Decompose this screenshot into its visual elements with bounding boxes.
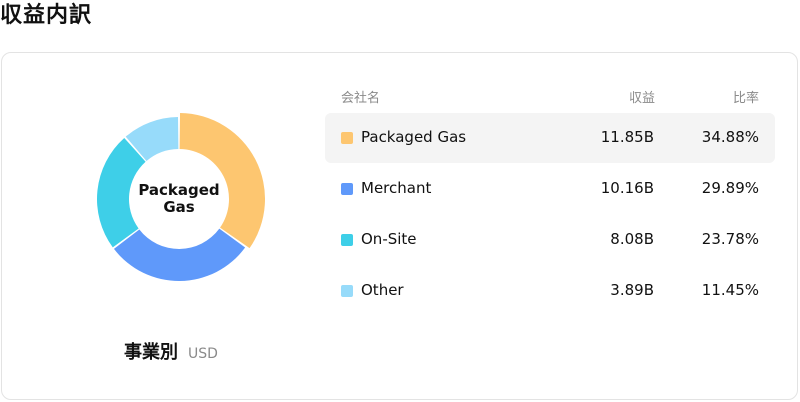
legend-swatch [341, 234, 353, 246]
row-name: Merchant [361, 179, 432, 197]
row-ratio: 23.78% [701, 230, 759, 248]
legend-swatch [341, 183, 353, 195]
donut-chart: Packaged Gas [93, 113, 265, 285]
caption-segment-label: 事業別 [124, 342, 178, 363]
row-name: Packaged Gas [361, 128, 467, 146]
donut-center-label: Packaged Gas [138, 181, 220, 216]
table-row-packaged-gas[interactable]: Packaged Gas 11.85B 34.88% [325, 113, 775, 163]
row-ratio: 34.88% [701, 128, 759, 146]
row-revenue: 3.89B [610, 281, 654, 299]
row-revenue: 11.85B [600, 128, 654, 146]
caption-currency: USD [188, 346, 218, 362]
legend-swatch [341, 285, 353, 297]
table-row-on-site[interactable]: On-Site 8.08B 23.78% [325, 215, 775, 265]
row-name: Other [361, 281, 404, 299]
row-revenue: 8.08B [610, 230, 654, 248]
row-ratio: 11.45% [701, 281, 759, 299]
header-ratio: 比率 [732, 91, 759, 106]
header-revenue: 収益 [628, 91, 655, 106]
page-title: 収益内訳 [0, 3, 93, 28]
table-row-other[interactable]: Other 3.89B 11.45% [325, 266, 775, 316]
donut-center: Packaged Gas [93, 113, 265, 285]
row-ratio: 29.89% [701, 179, 759, 197]
row-revenue: 10.16B [600, 179, 654, 197]
row-name: On-Site [361, 230, 417, 248]
legend-swatch [341, 132, 353, 144]
table-header: 会社名 収益 比率 [341, 87, 759, 106]
table-row-merchant[interactable]: Merchant 10.16B 29.89% [325, 164, 775, 214]
header-company-name: 会社名 [341, 91, 381, 106]
chart-caption: 事業別 USD [124, 338, 218, 364]
